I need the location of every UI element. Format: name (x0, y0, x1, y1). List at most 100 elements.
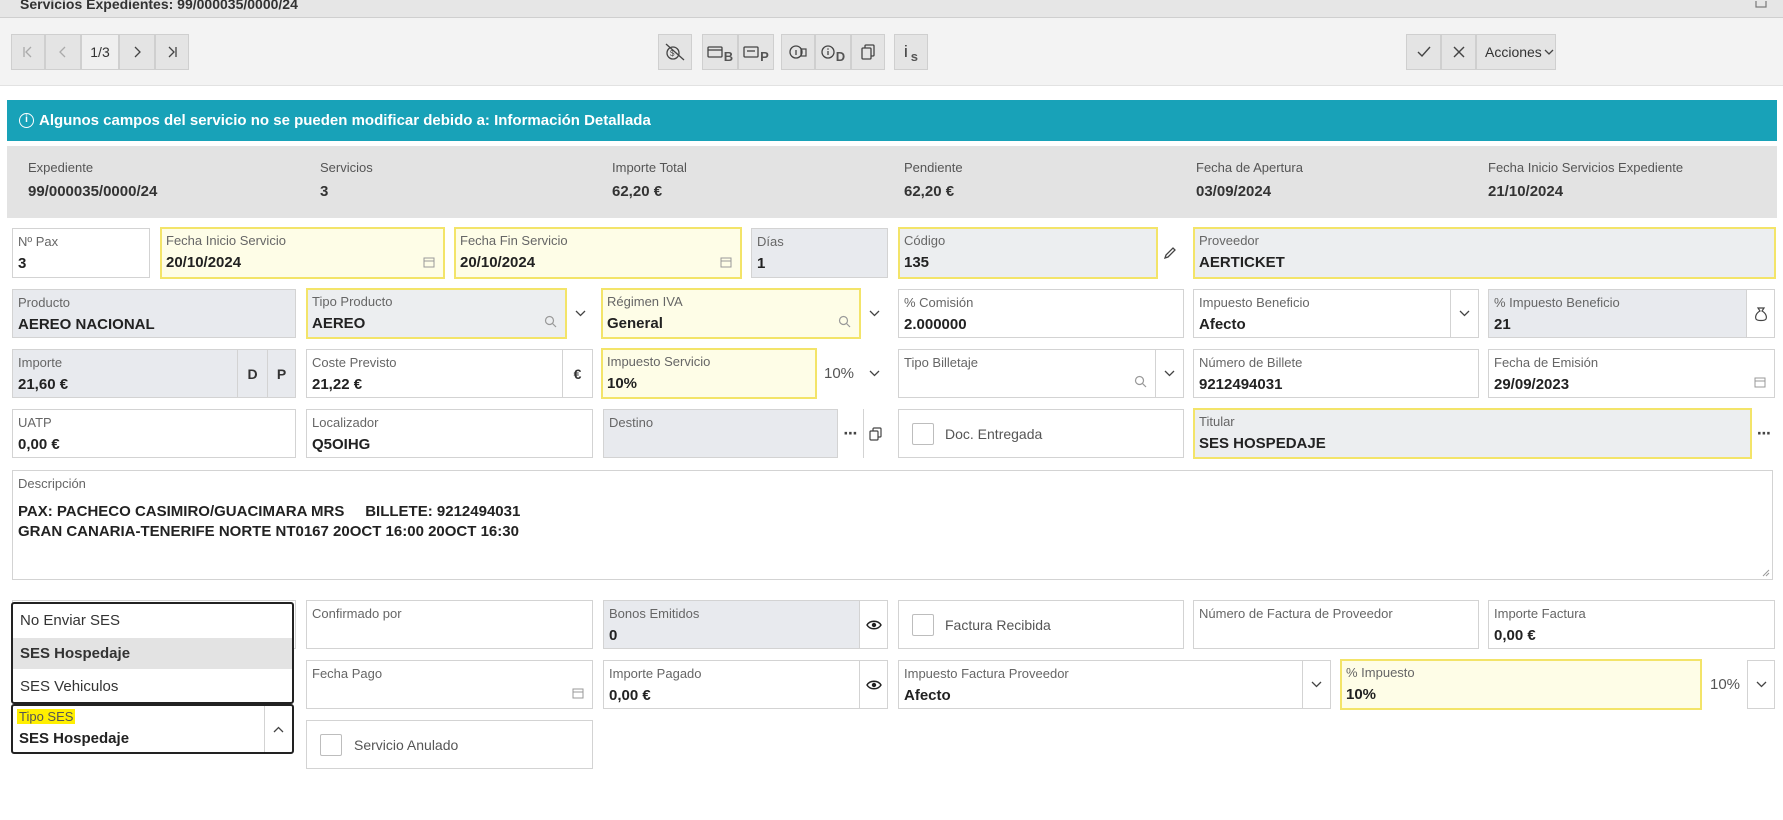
fecha-inicio-servicio-field[interactable]: Fecha Inicio Servicio 20/10/2024 (160, 227, 445, 279)
info-banner: i Algunos campos del servicio no se pued… (7, 100, 1777, 141)
importe-pagado-field[interactable]: Importe Pagado 0,00 € (603, 660, 860, 709)
summary-importe-total: Importe Total 62,20 € (612, 160, 687, 200)
regimen-iva-dropdown-button[interactable] (861, 289, 888, 338)
titular-more-button[interactable]: ⋯ (1752, 409, 1776, 458)
numero-factura-proveedor-field[interactable]: Número de Factura de Proveedor (1193, 600, 1479, 649)
importe-field: Importe 21,60 € D P (12, 349, 296, 398)
fecha-pago-field[interactable]: Fecha Pago (306, 660, 593, 709)
impuesto-factura-proveedor-dropdown-button[interactable] (1302, 661, 1330, 708)
npax-value: 3 (18, 255, 27, 272)
tipo-ses-select[interactable]: Tipo SES SES Hospedaje (11, 704, 294, 754)
summary-value: 62,20 € (904, 183, 955, 200)
destino-copy-button[interactable] (863, 409, 888, 458)
codigo-field: Código 135 (898, 227, 1158, 279)
comision-field[interactable]: % Comisión 2.000000 (898, 289, 1184, 338)
pct-impuesto-field[interactable]: % Impuesto 10% (1340, 659, 1702, 710)
cancel-button[interactable] (1441, 34, 1476, 70)
servicio-anulado-checkbox[interactable] (320, 734, 342, 756)
tipo-ses-option-vehiculos[interactable]: SES Vehiculos (13, 671, 292, 702)
summary-label: Fecha de Apertura (1196, 160, 1303, 175)
producto-field: Producto AEREO NACIONAL (12, 289, 296, 338)
impuesto-servicio-field[interactable]: Impuesto Servicio 10% (601, 348, 817, 399)
regimen-iva-label: Régimen IVA (607, 294, 683, 309)
tipo-ses-option-hospedaje[interactable]: SES Hospedaje (13, 638, 292, 669)
calendar-icon (1754, 377, 1766, 388)
tipo-ses-toggle-button[interactable] (264, 706, 292, 752)
pct-impuesto-dropdown-button[interactable] (1747, 660, 1775, 709)
bonos-emitidos-value: 0 (609, 627, 618, 644)
edit-codigo-button[interactable] (1158, 228, 1182, 278)
pct-impuesto-beneficio-field: % Impuesto Beneficio 21 (1488, 289, 1747, 338)
currency-euro-button[interactable]: € (562, 350, 592, 397)
chevron-down-icon (1544, 49, 1554, 55)
tipo-ses-option-no-enviar[interactable]: No Enviar SES (13, 605, 292, 636)
tipo-producto-field[interactable]: Tipo Producto AEREO (306, 288, 567, 339)
fecha-fin-servicio-field[interactable]: Fecha Fin Servicio 20/10/2024 (454, 227, 742, 279)
producto-value: AEREO NACIONAL (18, 316, 155, 333)
impuesto-factura-proveedor-label: Impuesto Factura Proveedor (904, 666, 1069, 681)
impuesto-servicio-rate: 10% (823, 365, 855, 382)
uatp-field[interactable]: UATP 0,00 € (12, 409, 296, 458)
first-record-button[interactable] (11, 34, 45, 70)
bono-p-button[interactable]: P (738, 34, 774, 70)
close-icon (1453, 46, 1464, 58)
importe-pagado-view-button[interactable] (860, 660, 888, 709)
bonos-emitidos-label: Bonos Emitidos (609, 606, 700, 621)
pct-impuesto-rate: 10% (1709, 676, 1741, 693)
importe-d-button[interactable]: D (237, 350, 267, 397)
summary-pendiente: Pendiente 62,20 € (904, 160, 963, 200)
summary-value: 21/10/2024 (1488, 183, 1564, 200)
resize-handle-icon (1762, 569, 1770, 577)
next-record-button[interactable] (119, 34, 155, 70)
info-copy-icon (789, 45, 807, 59)
importe-factura-field[interactable]: Importe Factura 0,00 € (1488, 600, 1775, 649)
search-icon (838, 315, 851, 328)
bono-b-button[interactable]: B (702, 34, 738, 70)
tipo-ses-value: SES Hospedaje (19, 730, 130, 747)
fecha-emision-field[interactable]: Fecha de Emisión 29/09/2023 (1488, 349, 1775, 398)
tipo-producto-dropdown-button[interactable] (567, 289, 594, 338)
confirmado-por-field[interactable]: Confirmado por (306, 600, 593, 649)
regimen-iva-field[interactable]: Régimen IVA General (601, 288, 861, 339)
last-record-button[interactable] (155, 34, 189, 70)
bonos-view-button[interactable] (860, 600, 888, 649)
copy-button[interactable] (851, 34, 885, 70)
tipo-ses-label: Tipo SES (17, 709, 76, 724)
descripcion-textarea[interactable]: Descripción PAX: PACHECO CASIMIRO/GUACIM… (12, 470, 1773, 580)
tipo-billetaje-field[interactable]: Tipo Billetaje (898, 349, 1184, 398)
info-d-label: D (835, 48, 846, 64)
search-icon (1134, 375, 1147, 388)
fecha-inicio-value: 20/10/2024 (166, 254, 242, 271)
factura-recibida-checkbox[interactable] (912, 614, 934, 636)
impuesto-factura-proveedor-select[interactable]: Impuesto Factura Proveedor Afecto (898, 660, 1331, 709)
impuesto-beneficio-dropdown-button[interactable] (1450, 290, 1478, 337)
money-bag-button[interactable] (1747, 289, 1775, 338)
copy-info-button[interactable] (781, 34, 815, 70)
numero-billete-label: Número de Billete (1199, 355, 1303, 370)
destino-more-button[interactable]: ⋯ (838, 409, 863, 458)
numero-billete-field[interactable]: Número de Billete 9212494031 (1193, 349, 1479, 398)
prev-record-button[interactable] (45, 34, 81, 70)
coste-previsto-field[interactable]: Coste Previsto 21,22 € € (306, 349, 593, 398)
impuesto-servicio-dropdown-button[interactable] (861, 349, 888, 398)
titular-label: Titular (1199, 414, 1235, 429)
window-controls[interactable] (1755, 0, 1769, 14)
importe-p-button[interactable]: P (267, 350, 295, 397)
info-s-i-label: i (903, 42, 908, 61)
descripcion-line-2: GRAN CANARIA-TENERIFE NORTE NT0167 20OCT… (18, 523, 519, 540)
importe-pagado-label: Importe Pagado (609, 666, 702, 681)
info-s-button[interactable]: i s (894, 34, 928, 70)
acciones-menu-button[interactable]: Acciones (1476, 34, 1556, 70)
no-money-button[interactable]: $ (658, 34, 692, 70)
info-d-button[interactable]: D (815, 34, 851, 70)
servicio-anulado-label: Servicio Anulado (354, 737, 459, 753)
summary-expediente: Expediente 99/000035/0000/24 (28, 160, 157, 200)
fecha-inicio-label: Fecha Inicio Servicio (166, 233, 286, 248)
tipo-billetaje-dropdown-button[interactable] (1155, 350, 1183, 397)
tipo-producto-label: Tipo Producto (312, 294, 393, 309)
npax-field[interactable]: Nº Pax 3 (12, 228, 150, 278)
doc-entregada-checkbox[interactable] (912, 423, 934, 445)
confirm-button[interactable] (1406, 34, 1441, 70)
localizador-field[interactable]: Localizador Q5OIHG (306, 409, 593, 458)
impuesto-beneficio-select[interactable]: Impuesto Beneficio Afecto (1193, 289, 1479, 338)
